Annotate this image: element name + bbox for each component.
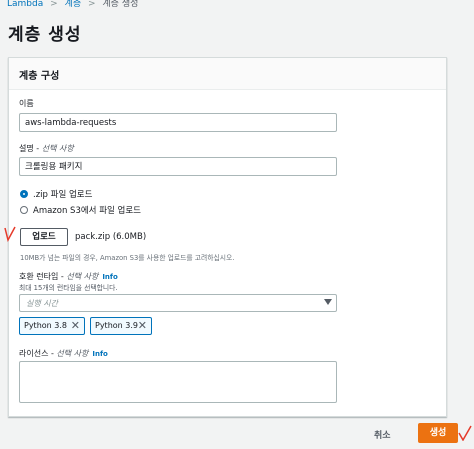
close-icon[interactable]: ✕ [138,318,147,334]
token-label: Python 3.9 [95,321,138,330]
name-label: 이름 [19,99,34,108]
caret-down-icon [324,299,332,305]
page-title: 계층 생성 [8,25,82,45]
description-label: 설명 - 선택 사항 [19,144,74,153]
breadcrumb: Lambda > 계층 > 계층 생성 [7,0,138,9]
runtime-label: 호환 런타임 - 선택 사항 Info [19,272,118,281]
chevron-right-icon: > [87,0,96,9]
runtime-token-python38: Python 3.8 ✕ [19,317,85,335]
runtime-select[interactable]: 실행 시간 [19,294,337,312]
create-button[interactable]: 생성 [418,423,458,443]
runtime-placeholder: 실행 시간 [26,299,58,308]
file-name: pack.zip (6.0MB) [75,232,147,242]
breadcrumb-lambda[interactable]: Lambda [7,0,43,9]
description-input[interactable]: 크롤링용 패키지 [19,157,337,176]
chevron-right-icon: > [50,0,58,9]
license-label: 라이선스 - 선택 사항 Info [19,349,108,358]
runtime-info-link[interactable]: Info [102,273,117,281]
name-input[interactable]: aws-lambda-requests [19,113,337,132]
close-icon[interactable]: ✕ [71,318,80,334]
optional-text: 선택 사항 [56,349,89,358]
annotation-check-icon [4,226,16,242]
annotation-check-icon [458,425,472,441]
license-textarea[interactable] [19,361,337,403]
panel-title: 계층 구성 [19,71,60,82]
optional-text: 선택 사항 [41,144,74,153]
cancel-button[interactable]: 취소 [374,428,391,441]
runtime-description: 최대 15개의 런타임을 선택합니다. [19,284,118,292]
layer-config-panel: 계층 구성 이름 aws-lambda-requests 설명 - 선택 사항 … [8,57,447,417]
s3-upload-label: Amazon S3에서 파일 업로드 [33,206,142,216]
s3-upload-radio[interactable] [20,206,28,214]
optional-text: 선택 사항 [66,272,99,281]
breadcrumb-layers[interactable]: 계층 [65,0,82,9]
upload-hint: 10MB가 넘는 파일의 경우, Amazon S3를 사용한 업로드를 고려하… [20,254,235,262]
runtime-token-python39: Python 3.9 ✕ [90,317,152,335]
upload-button[interactable]: 업로드 [20,228,68,246]
token-label: Python 3.8 [24,321,67,330]
panel-header: 계층 구성 [9,58,446,90]
zip-upload-radio[interactable] [20,190,28,198]
breadcrumb-current: 계층 생성 [102,0,139,9]
license-info-link[interactable]: Info [92,350,107,358]
zip-upload-label: .zip 파일 업로드 [33,190,93,200]
